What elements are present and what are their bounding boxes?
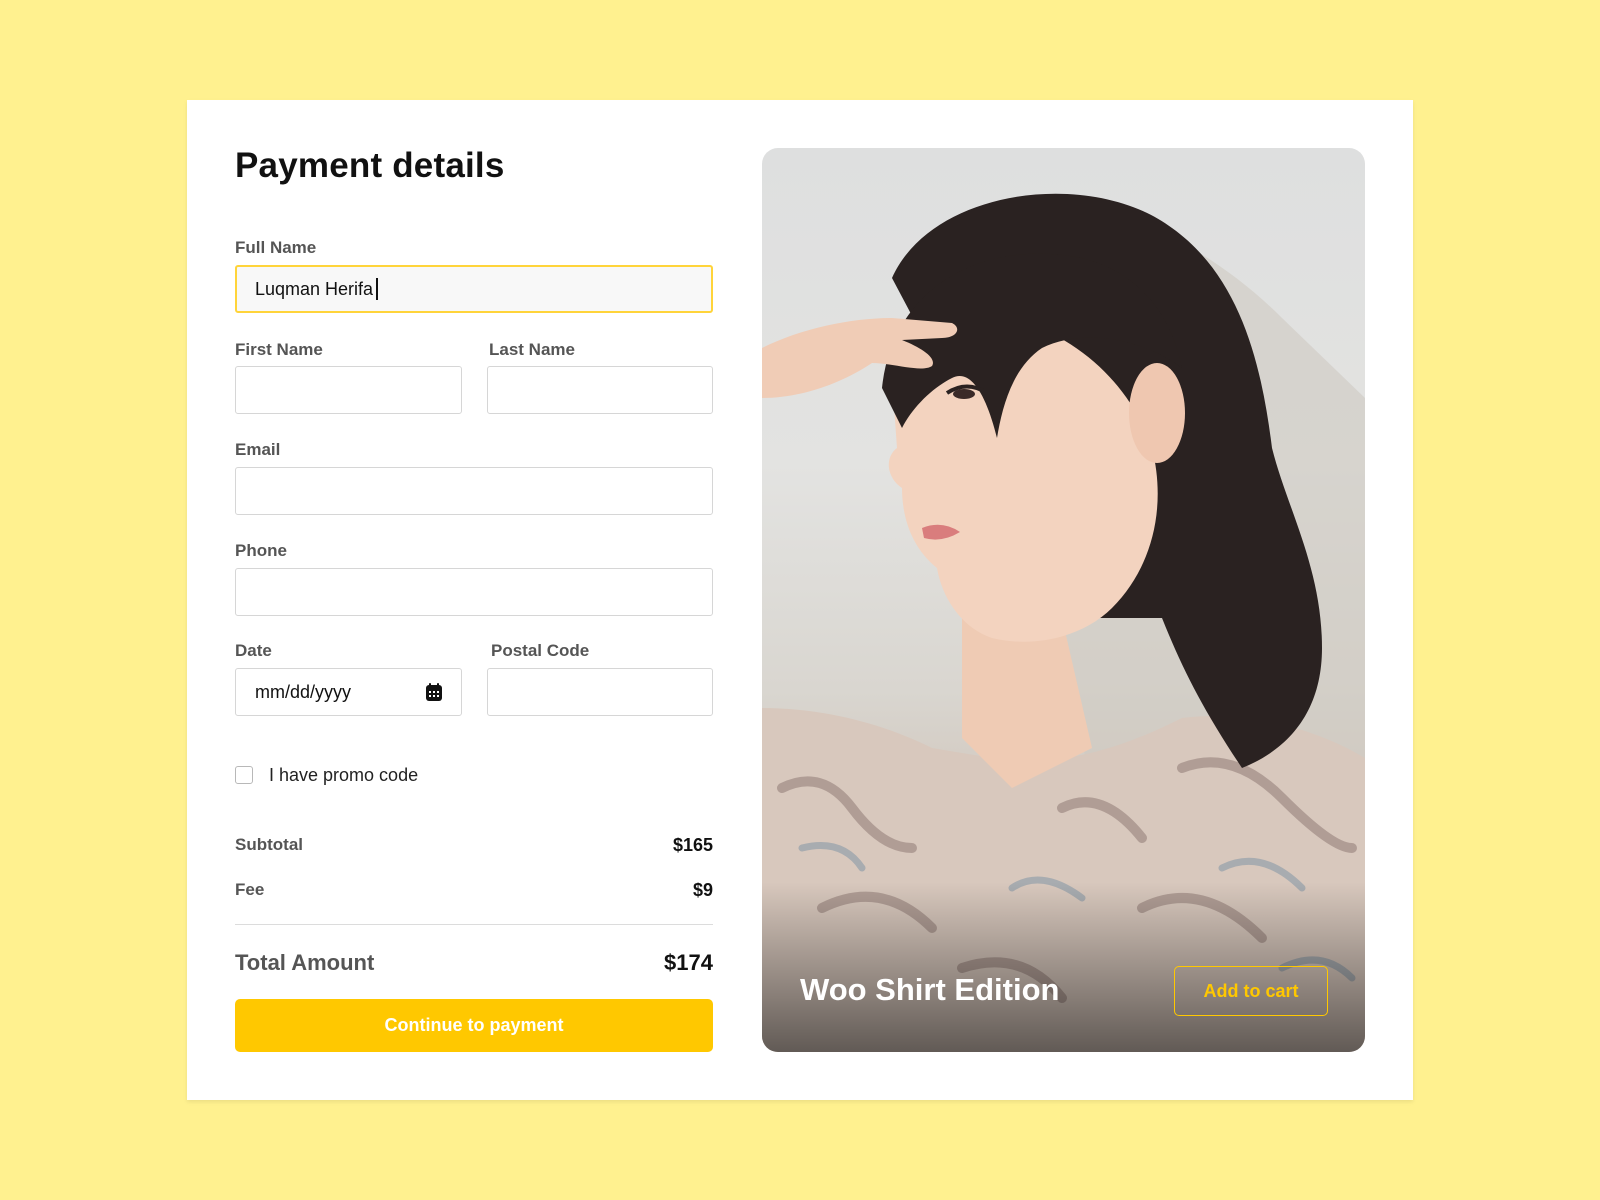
text-caret	[376, 278, 379, 300]
postal-code-label: Postal Code	[491, 641, 590, 660]
continue-to-payment-button[interactable]: Continue to payment	[235, 999, 713, 1052]
product-image: Woo Shirt Edition Add to cart	[762, 148, 1365, 1052]
total-amount-label: Total Amount	[235, 950, 375, 975]
email-label: Email	[235, 440, 281, 459]
phone-label: Phone	[235, 541, 287, 560]
page-title: Payment details	[235, 146, 505, 185]
postal-code-input[interactable]	[487, 668, 713, 716]
summary-divider	[235, 924, 713, 925]
full-name-label: Full Name	[235, 238, 317, 257]
last-name-label: Last Name	[489, 340, 575, 359]
full-name-value: Luqman Herifa	[255, 278, 374, 299]
date-placeholder: mm/dd/yyyy	[255, 681, 352, 702]
fee-label: Fee	[235, 880, 265, 899]
promo-code-checkbox[interactable]	[235, 766, 253, 784]
date-input[interactable]: mm/dd/yyyy	[235, 668, 462, 716]
date-label: Date	[235, 641, 272, 660]
fee-value: $9	[692, 880, 713, 900]
last-name-input[interactable]	[487, 366, 713, 414]
subtotal-label: Subtotal	[235, 835, 303, 854]
phone-input[interactable]	[235, 568, 713, 616]
full-name-input[interactable]: Luqman Herifa	[235, 265, 713, 313]
promo-code-label[interactable]: I have promo code	[269, 765, 418, 786]
first-name-label: First Name	[235, 340, 323, 359]
payment-card: Payment details Full Name Luqman Herifa …	[187, 100, 1413, 1100]
first-name-input[interactable]	[235, 366, 462, 414]
email-input[interactable]	[235, 467, 713, 515]
calendar-icon[interactable]	[424, 682, 444, 702]
total-amount-value: $174	[664, 950, 713, 975]
add-to-cart-button[interactable]: Add to cart	[1174, 966, 1328, 1016]
product-name: Woo Shirt Edition	[800, 972, 1060, 1007]
subtotal-value: $165	[672, 835, 713, 855]
